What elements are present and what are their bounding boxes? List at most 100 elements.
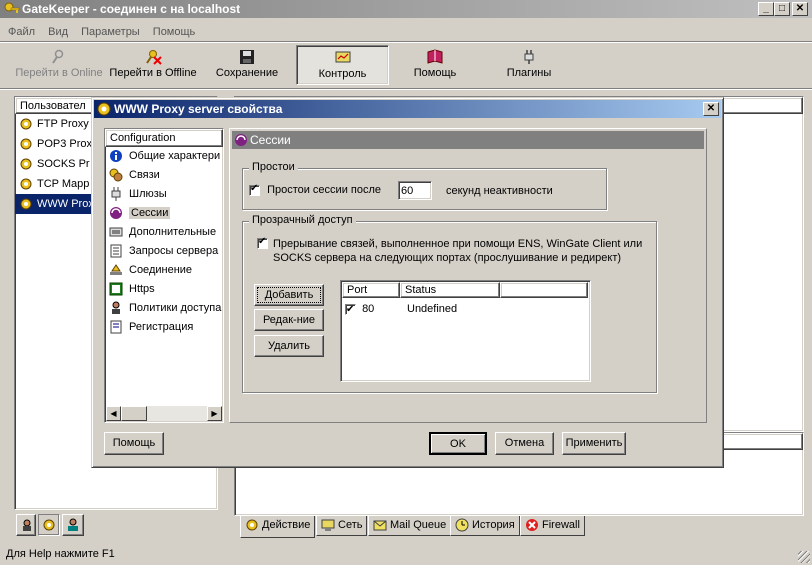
port-row-checkbox[interactable] (345, 302, 356, 318)
dialog-close-button[interactable]: ✕ (703, 102, 719, 116)
sessions-icon (234, 133, 248, 152)
idle-group: Простои Простои сессии после секунд неак… (242, 161, 607, 210)
services-icon (42, 518, 56, 539)
view-users-button[interactable] (16, 514, 36, 536)
transparent-group: Прозрачный доступ Прерывание связей, вып… (242, 214, 657, 393)
floppy-icon (238, 49, 256, 65)
go-offline-button[interactable]: Перейти в Offline (106, 45, 200, 85)
scroll-left-button[interactable]: ◀ (106, 406, 121, 421)
close-button[interactable]: ✕ (792, 2, 808, 16)
idle-checkbox[interactable] (249, 183, 260, 196)
sessions-panel: Сессии Простои Простои сессии после секу… (229, 128, 707, 423)
minimize-button[interactable]: _ (758, 2, 774, 16)
menu-file[interactable]: Файл (8, 26, 35, 38)
port-cell: 80 (362, 303, 375, 316)
table-row[interactable]: 80 Undefined (345, 301, 585, 318)
menu-view[interactable]: Вид (48, 26, 68, 38)
policy-icon (109, 301, 123, 315)
go-online-button[interactable]: Перейти в Online (10, 45, 108, 85)
config-tree: Configuration Общие характери Связи Шлюз… (104, 128, 224, 423)
firewall-icon (525, 518, 539, 532)
proxy-icon (19, 157, 33, 171)
person-icon (66, 518, 80, 539)
connection-icon (109, 263, 123, 277)
maximize-button[interactable]: □ (774, 2, 790, 16)
tab-history[interactable]: История (450, 516, 520, 536)
gateway-icon (109, 187, 123, 202)
tree-header[interactable]: Configuration (105, 129, 223, 147)
column-header-status[interactable]: Status (400, 282, 500, 298)
help-button[interactable]: Помощь (390, 45, 480, 85)
server-requests-icon (109, 244, 123, 258)
tab-firewall[interactable]: Firewall (520, 516, 585, 536)
network-icon (321, 518, 335, 532)
intercept-checkbox[interactable] (257, 236, 268, 249)
tree-item-logging[interactable]: Регистрация (105, 318, 223, 337)
edit-port-button[interactable]: Редак-ние (254, 309, 324, 331)
proxy-properties-dialog: WWW Proxy server свойства ✕ Configuratio… (91, 97, 724, 468)
monitor-icon (334, 50, 352, 66)
save-button[interactable]: Сохранение (202, 45, 292, 85)
tree-item-gateways[interactable]: Шлюзы (105, 185, 223, 204)
column-header-port[interactable]: Port (342, 282, 400, 298)
dialog-title: WWW Proxy server свойства (114, 102, 283, 116)
tab-mail-queue[interactable]: Mail Queue (368, 516, 452, 536)
cancel-button[interactable]: Отмена (495, 432, 554, 455)
tab-network[interactable]: Сеть (316, 516, 368, 536)
gatekeeper-app-icon (4, 1, 20, 17)
tree-item-sessions[interactable]: Сессии (105, 204, 223, 223)
view-sessions-button[interactable] (62, 514, 84, 536)
tab-action[interactable]: Действие (240, 516, 316, 538)
column-header-filler (500, 282, 588, 298)
main-title-bar[interactable]: GateKeeper - соединен с на localhost _ □… (0, 0, 812, 18)
mail-icon (373, 518, 387, 532)
https-icon (109, 282, 123, 296)
tree-item-links[interactable]: Связи (105, 166, 223, 185)
idle-checkbox-label: Простои сессии после (267, 184, 382, 197)
proxy-icon (19, 137, 33, 151)
users-icon (20, 518, 34, 539)
key-icon (50, 49, 68, 65)
links-icon (109, 168, 123, 182)
apply-button[interactable]: Применить (562, 432, 626, 455)
action-icon (245, 518, 259, 532)
sessions-icon (109, 206, 123, 220)
tree-item-https[interactable]: Https (105, 280, 223, 299)
proxy-dialog-icon (96, 101, 112, 122)
scroll-thumb[interactable] (121, 406, 147, 421)
intercept-label: Прерывание связей, выполненное при помощ… (273, 238, 643, 264)
idle-seconds-input[interactable] (398, 181, 432, 200)
ok-button[interactable]: OK (429, 432, 487, 455)
control-button[interactable]: Контроль (296, 45, 389, 85)
menu-params[interactable]: Параметры (81, 26, 140, 38)
proxy-icon (19, 197, 33, 211)
scroll-right-button[interactable]: ▶ (207, 406, 222, 421)
book-icon (426, 49, 444, 65)
status-text: Для Help нажмите F1 (6, 548, 115, 560)
tree-item-extra[interactable]: Дополнительные (105, 223, 223, 242)
add-port-button[interactable]: Добавить (254, 284, 324, 306)
tree-horizontal-scrollbar[interactable]: ◀ ▶ (106, 406, 222, 421)
menu-help[interactable]: Помощь (153, 26, 196, 38)
plug-icon (520, 49, 538, 65)
tree-item-connection[interactable]: Соединение (105, 261, 223, 280)
proxy-icon (19, 117, 33, 131)
panel-title-bar: Сессии (232, 131, 704, 149)
info-icon (109, 149, 123, 163)
delete-port-button[interactable]: Удалить (254, 335, 324, 357)
key-cross-icon (144, 49, 162, 65)
tree-item-access-policy[interactable]: Политики доступа (105, 299, 223, 318)
idle-legend: Простои (249, 161, 298, 173)
proxy-icon (19, 177, 33, 191)
plugins-button[interactable]: Плагины (484, 45, 574, 85)
transparent-legend: Прозрачный доступ (249, 214, 356, 226)
tree-item-general[interactable]: Общие характери (105, 147, 223, 166)
clock-icon (455, 518, 469, 532)
dialog-title-bar[interactable]: WWW Proxy server свойства ✕ (94, 100, 721, 118)
resize-grip-icon[interactable] (798, 551, 810, 563)
view-services-button[interactable] (38, 514, 60, 536)
dialog-help-button[interactable]: Помощь (104, 432, 164, 455)
tree-item-server-requests[interactable]: Запросы сервера (105, 242, 223, 261)
log-icon (109, 320, 123, 334)
app-title: GateKeeper - соединен с на localhost (22, 2, 241, 16)
